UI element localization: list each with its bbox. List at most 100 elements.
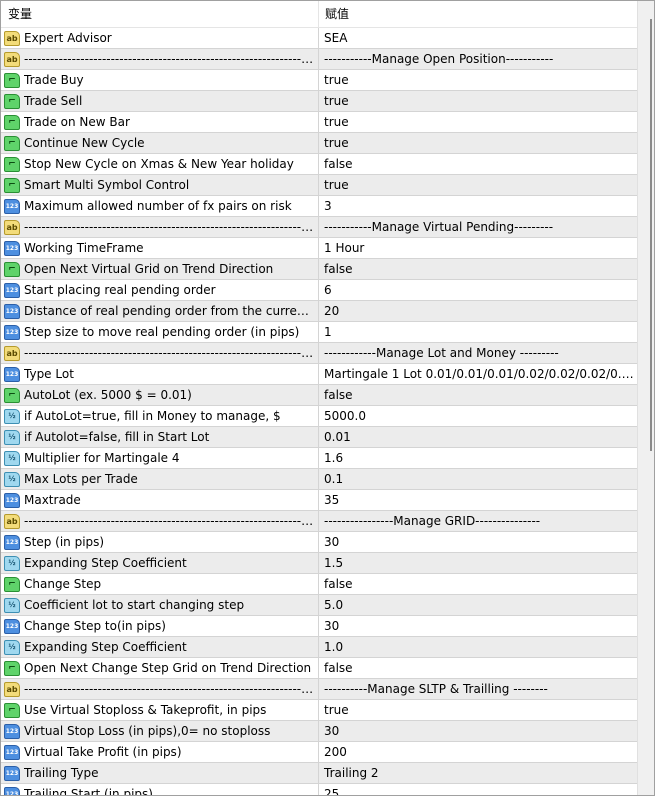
variable-cell[interactable]: ⌐ Stop New Cycle on Xmas & New Year holid… — [1, 154, 319, 174]
variable-cell[interactable]: 123 Maxtrade — [1, 490, 319, 510]
variable-cell[interactable]: ⌐ AutoLot (ex. 5000 $ = 0.01) — [1, 385, 319, 405]
table-row[interactable]: ½ if AutoLot=true, fill in Money to manag… — [1, 406, 637, 427]
variable-cell[interactable]: ½ if Autolot=false, fill in Start Lot — [1, 427, 319, 447]
table-row[interactable]: ½ Coefficient lot to start changing step 5… — [1, 595, 637, 616]
table-row[interactable]: ⌐ Smart Multi Symbol Control true — [1, 175, 637, 196]
variable-cell[interactable]: 123 Virtual Stop Loss (in pips),0= no sto… — [1, 721, 319, 741]
table-row[interactable]: 123 Maxtrade 35 — [1, 490, 637, 511]
table-row[interactable]: ⌐ Stop New Cycle on Xmas & New Year holid… — [1, 154, 637, 175]
value-cell[interactable]: 1.6 — [319, 448, 637, 468]
value-cell[interactable]: true — [319, 112, 637, 132]
variable-cell[interactable]: ⌐ Change Step — [1, 574, 319, 594]
variable-cell[interactable]: 123 Step (in pips) — [1, 532, 319, 552]
value-cell[interactable]: true — [319, 700, 637, 720]
value-cell[interactable]: 6 — [319, 280, 637, 300]
variable-cell[interactable]: 123 Trailing Type — [1, 763, 319, 783]
table-row[interactable]: ⌐ Change Step false — [1, 574, 637, 595]
variable-cell[interactable]: ⌐ Open Next Change Step Grid on Trend Dir… — [1, 658, 319, 678]
variable-cell[interactable]: ½ if AutoLot=true, fill in Money to manag… — [1, 406, 319, 426]
variable-cell[interactable]: 123 Working TimeFrame — [1, 238, 319, 258]
variable-cell[interactable]: 123 Start placing real pending order — [1, 280, 319, 300]
table-row[interactable]: 123 Virtual Stop Loss (in pips),0= no sto… — [1, 721, 637, 742]
table-row[interactable]: ab Expert Advisor SEA — [1, 28, 637, 49]
table-row[interactable]: 123 Distance of real pending order from t… — [1, 301, 637, 322]
table-row[interactable]: ⌐ Use Virtual Stoploss & Takeprofit, in p… — [1, 700, 637, 721]
value-cell[interactable]: -----------Manage Open Position---------… — [319, 49, 637, 69]
table-row[interactable]: ½ if Autolot=false, fill in Start Lot 0.01 — [1, 427, 637, 448]
table-row[interactable]: ab --------------------------------------… — [1, 679, 637, 700]
value-cell[interactable]: 1 — [319, 322, 637, 342]
table-row[interactable]: 123 Trailing Type Trailing 2 — [1, 763, 637, 784]
variable-cell[interactable]: ⌐ Use Virtual Stoploss & Takeprofit, in p… — [1, 700, 319, 720]
value-cell[interactable]: 30 — [319, 616, 637, 636]
value-cell[interactable]: true — [319, 91, 637, 111]
variable-cell[interactable]: ab --------------------------------------… — [1, 511, 319, 531]
value-cell[interactable]: true — [319, 70, 637, 90]
value-cell[interactable]: false — [319, 259, 637, 279]
variable-cell[interactable]: ½ Multiplier for Martingale 4 — [1, 448, 319, 468]
value-cell[interactable]: 1.5 — [319, 553, 637, 573]
variable-cell[interactable]: ab Expert Advisor — [1, 28, 319, 48]
value-cell[interactable]: false — [319, 658, 637, 678]
table-row[interactable]: ⌐ Trade on New Bar true — [1, 112, 637, 133]
value-cell[interactable]: true — [319, 133, 637, 153]
table-row[interactable]: 123 Working TimeFrame 1 Hour — [1, 238, 637, 259]
variable-cell[interactable]: 123 Trailing Start (in pips) — [1, 784, 319, 795]
table-row[interactable]: ½ Expanding Step Coefficient 1.5 — [1, 553, 637, 574]
value-cell[interactable]: 25 — [319, 784, 637, 795]
variable-cell[interactable]: ⌐ Open Next Virtual Grid on Trend Directi… — [1, 259, 319, 279]
table-row[interactable]: ⌐ Trade Sell true — [1, 91, 637, 112]
variable-cell[interactable]: 123 Type Lot — [1, 364, 319, 384]
variable-cell[interactable]: ab --------------------------------------… — [1, 343, 319, 363]
value-cell[interactable]: 0.1 — [319, 469, 637, 489]
variable-cell[interactable]: ⌐ Trade Buy — [1, 70, 319, 90]
table-row[interactable]: 123 Trailing Start (in pips) 25 — [1, 784, 637, 795]
value-cell[interactable]: 5000.0 — [319, 406, 637, 426]
table-row[interactable]: 123 Type Lot Martingale 1 Lot 0.01/0.01/0.… — [1, 364, 637, 385]
table-row[interactable]: 123 Step (in pips) 30 — [1, 532, 637, 553]
scrollbar-thumb[interactable] — [650, 19, 652, 451]
table-row[interactable]: ½ Max Lots per Trade 0.1 — [1, 469, 637, 490]
table-row[interactable]: ⌐ Open Next Change Step Grid on Trend Dir… — [1, 658, 637, 679]
variable-cell[interactable]: ⌐ Smart Multi Symbol Control — [1, 175, 319, 195]
table-row[interactable]: ½ Expanding Step Coefficient 1.0 — [1, 637, 637, 658]
table-row[interactable]: ⌐ Continue New Cycle true — [1, 133, 637, 154]
variable-cell[interactable]: ½ Expanding Step Coefficient — [1, 637, 319, 657]
table-row[interactable]: ⌐ Open Next Virtual Grid on Trend Directi… — [1, 259, 637, 280]
value-cell[interactable]: ----------Manage SLTP & Trailling ------… — [319, 679, 637, 699]
variable-cell[interactable]: ½ Expanding Step Coefficient — [1, 553, 319, 573]
table-row[interactable]: 123 Start placing real pending order 6 — [1, 280, 637, 301]
column-header-value[interactable]: 赋值 — [319, 1, 637, 27]
value-cell[interactable]: 5.0 — [319, 595, 637, 615]
table-row[interactable]: ab --------------------------------------… — [1, 49, 637, 70]
value-cell[interactable]: 200 — [319, 742, 637, 762]
table-row[interactable]: ab --------------------------------------… — [1, 343, 637, 364]
value-cell[interactable]: Trailing 2 — [319, 763, 637, 783]
variable-cell[interactable]: ⌐ Trade on New Bar — [1, 112, 319, 132]
variable-cell[interactable]: ab --------------------------------------… — [1, 679, 319, 699]
table-row[interactable]: 123 Virtual Take Profit (in pips) 200 — [1, 742, 637, 763]
value-cell[interactable]: SEA — [319, 28, 637, 48]
value-cell[interactable]: 3 — [319, 196, 637, 216]
variable-cell[interactable]: 123 Maximum allowed number of fx pairs on… — [1, 196, 319, 216]
value-cell[interactable]: true — [319, 175, 637, 195]
variable-cell[interactable]: 123 Change Step to(in pips) — [1, 616, 319, 636]
variable-cell[interactable]: ½ Coefficient lot to start changing step — [1, 595, 319, 615]
table-row[interactable]: ⌐ AutoLot (ex. 5000 $ = 0.01) false — [1, 385, 637, 406]
value-cell[interactable]: ------------Manage Lot and Money -------… — [319, 343, 637, 363]
value-cell[interactable]: 30 — [319, 721, 637, 741]
value-cell[interactable]: 1.0 — [319, 637, 637, 657]
value-cell[interactable]: false — [319, 574, 637, 594]
table-row[interactable]: 123 Maximum allowed number of fx pairs on… — [1, 196, 637, 217]
value-cell[interactable]: ----------------Manage GRID-------------… — [319, 511, 637, 531]
variable-cell[interactable]: ½ Max Lots per Trade — [1, 469, 319, 489]
value-cell[interactable]: 20 — [319, 301, 637, 321]
value-cell[interactable]: -----------Manage Virtual Pending-------… — [319, 217, 637, 237]
variable-cell[interactable]: ab --------------------------------------… — [1, 49, 319, 69]
value-cell[interactable]: 30 — [319, 532, 637, 552]
value-cell[interactable]: 1 Hour — [319, 238, 637, 258]
vertical-scrollbar[interactable] — [637, 1, 654, 795]
variable-cell[interactable]: 123 Virtual Take Profit (in pips) — [1, 742, 319, 762]
table-row[interactable]: ab --------------------------------------… — [1, 511, 637, 532]
table-row[interactable]: ⌐ Trade Buy true — [1, 70, 637, 91]
